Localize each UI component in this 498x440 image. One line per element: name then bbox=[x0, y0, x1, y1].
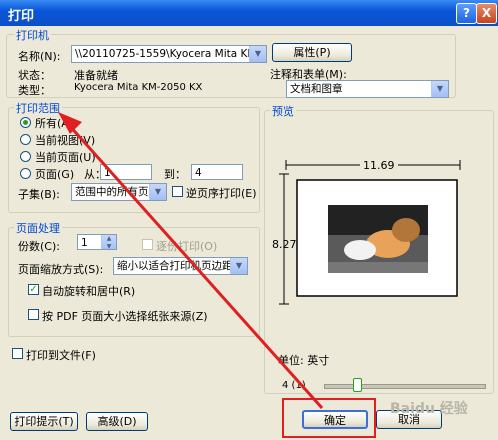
page-slider-thumb[interactable] bbox=[353, 378, 362, 392]
current-view-label[interactable]: 当前视图(V) bbox=[35, 132, 95, 148]
all-pages-radio[interactable] bbox=[20, 117, 31, 128]
print-to-file-label[interactable]: 打印到文件(F) bbox=[26, 347, 96, 363]
autorotate-checkbox[interactable]: ✓ bbox=[28, 284, 39, 295]
autorotate-label[interactable]: 自动旋转和居中(R) bbox=[42, 283, 135, 299]
printer-group-title: 打印机 bbox=[14, 27, 51, 43]
pdf-size-label[interactable]: 按 PDF 页面大小选择纸张来源(Z) bbox=[42, 308, 208, 324]
copies-spinner[interactable]: ▲ ▼ bbox=[101, 235, 116, 249]
photo-floor bbox=[328, 262, 428, 273]
to-input[interactable]: 4 bbox=[191, 164, 243, 180]
reverse-order-checkbox[interactable] bbox=[172, 186, 183, 197]
preview-width-label: 11.69 bbox=[360, 159, 398, 172]
comments-select[interactable]: 文档和图章 ▼ bbox=[286, 80, 449, 98]
printer-name-label: 名称(N): bbox=[18, 50, 61, 63]
chevron-down-icon[interactable]: ▼ bbox=[249, 46, 266, 62]
comments-value: 文档和图章 bbox=[290, 83, 343, 95]
unit-label: 单位: 英寸 bbox=[278, 354, 330, 367]
window-title: 打印 bbox=[8, 9, 35, 24]
advanced-button[interactable]: 高级(D) bbox=[86, 412, 148, 431]
current-view-radio[interactable] bbox=[20, 134, 31, 145]
chevron-down-icon[interactable]: ▼ bbox=[230, 258, 247, 274]
ok-highlight-box bbox=[282, 398, 376, 438]
scaling-label: 页面缩放方式(S): bbox=[18, 263, 104, 276]
page-indicator: 4 (1) bbox=[282, 380, 306, 391]
type-label: 类型： bbox=[18, 84, 51, 97]
chevron-down-icon[interactable]: ▼ bbox=[149, 184, 166, 200]
photo-figure bbox=[392, 218, 420, 242]
preview-height-label: 8.27 bbox=[272, 238, 297, 251]
pages-radio[interactable] bbox=[20, 168, 31, 179]
subset-value: 范围中的所有页面 bbox=[75, 186, 159, 198]
subset-select[interactable]: 范围中的所有页面 ▼ bbox=[71, 183, 167, 201]
print-to-file-checkbox[interactable] bbox=[12, 348, 23, 359]
help-button[interactable]: ? bbox=[456, 3, 477, 24]
current-page-radio[interactable] bbox=[20, 151, 31, 162]
pdf-size-checkbox[interactable] bbox=[28, 309, 39, 320]
preview-title: 预览 bbox=[270, 103, 296, 119]
print-tips-button[interactable]: 打印提示(T) bbox=[10, 412, 78, 431]
scaling-value: 缩小以适合打印机页边距 bbox=[117, 260, 233, 272]
page-handling-title: 页面处理 bbox=[14, 220, 62, 236]
spin-up-icon[interactable]: ▲ bbox=[102, 235, 116, 243]
spin-down-icon[interactable]: ▼ bbox=[102, 243, 116, 249]
copies-input[interactable]: 1 ▲ ▼ bbox=[77, 234, 117, 250]
page-slider-track[interactable] bbox=[324, 384, 486, 389]
printer-name-select[interactable]: \\20110725-1559\Kyocera Mita KM-20 ▼ bbox=[71, 45, 267, 63]
pages-label[interactable]: 页面(G) bbox=[35, 166, 74, 182]
printer-name-value: \\20110725-1559\Kyocera Mita KM-20 bbox=[75, 48, 267, 60]
reverse-order-label[interactable]: 逆页序打印(E) bbox=[186, 185, 257, 201]
from-input[interactable]: 1 bbox=[100, 164, 152, 180]
current-page-label[interactable]: 当前页面(U) bbox=[35, 149, 96, 165]
collate-label: 逐份打印(O) bbox=[156, 240, 218, 253]
copies-label: 份数(C): bbox=[18, 240, 60, 253]
scaling-select[interactable]: 缩小以适合打印机页边距 ▼ bbox=[113, 257, 248, 275]
collate-checkbox[interactable] bbox=[142, 239, 153, 250]
status-value: 准备就绪 bbox=[74, 69, 118, 82]
status-label: 状态： bbox=[18, 69, 51, 82]
print-range-title: 打印范围 bbox=[14, 100, 62, 116]
copies-value: 1 bbox=[81, 237, 88, 249]
preview-diagram bbox=[279, 160, 461, 305]
photo-cloth bbox=[344, 240, 376, 260]
close-button[interactable]: X bbox=[476, 3, 497, 24]
properties-button[interactable]: 属性(P) bbox=[272, 43, 352, 62]
baidu-watermark: Baidu 经验 bbox=[390, 401, 468, 417]
chevron-down-icon[interactable]: ▼ bbox=[431, 81, 448, 97]
subset-label: 子集(B): bbox=[18, 188, 60, 201]
to-label: 到： bbox=[164, 168, 186, 181]
title-bar[interactable]: 打印 ? X bbox=[0, 0, 498, 26]
type-value: Kyocera Mita KM-2050 KX bbox=[74, 82, 203, 93]
all-pages-label[interactable]: 所有(A) bbox=[35, 115, 73, 131]
